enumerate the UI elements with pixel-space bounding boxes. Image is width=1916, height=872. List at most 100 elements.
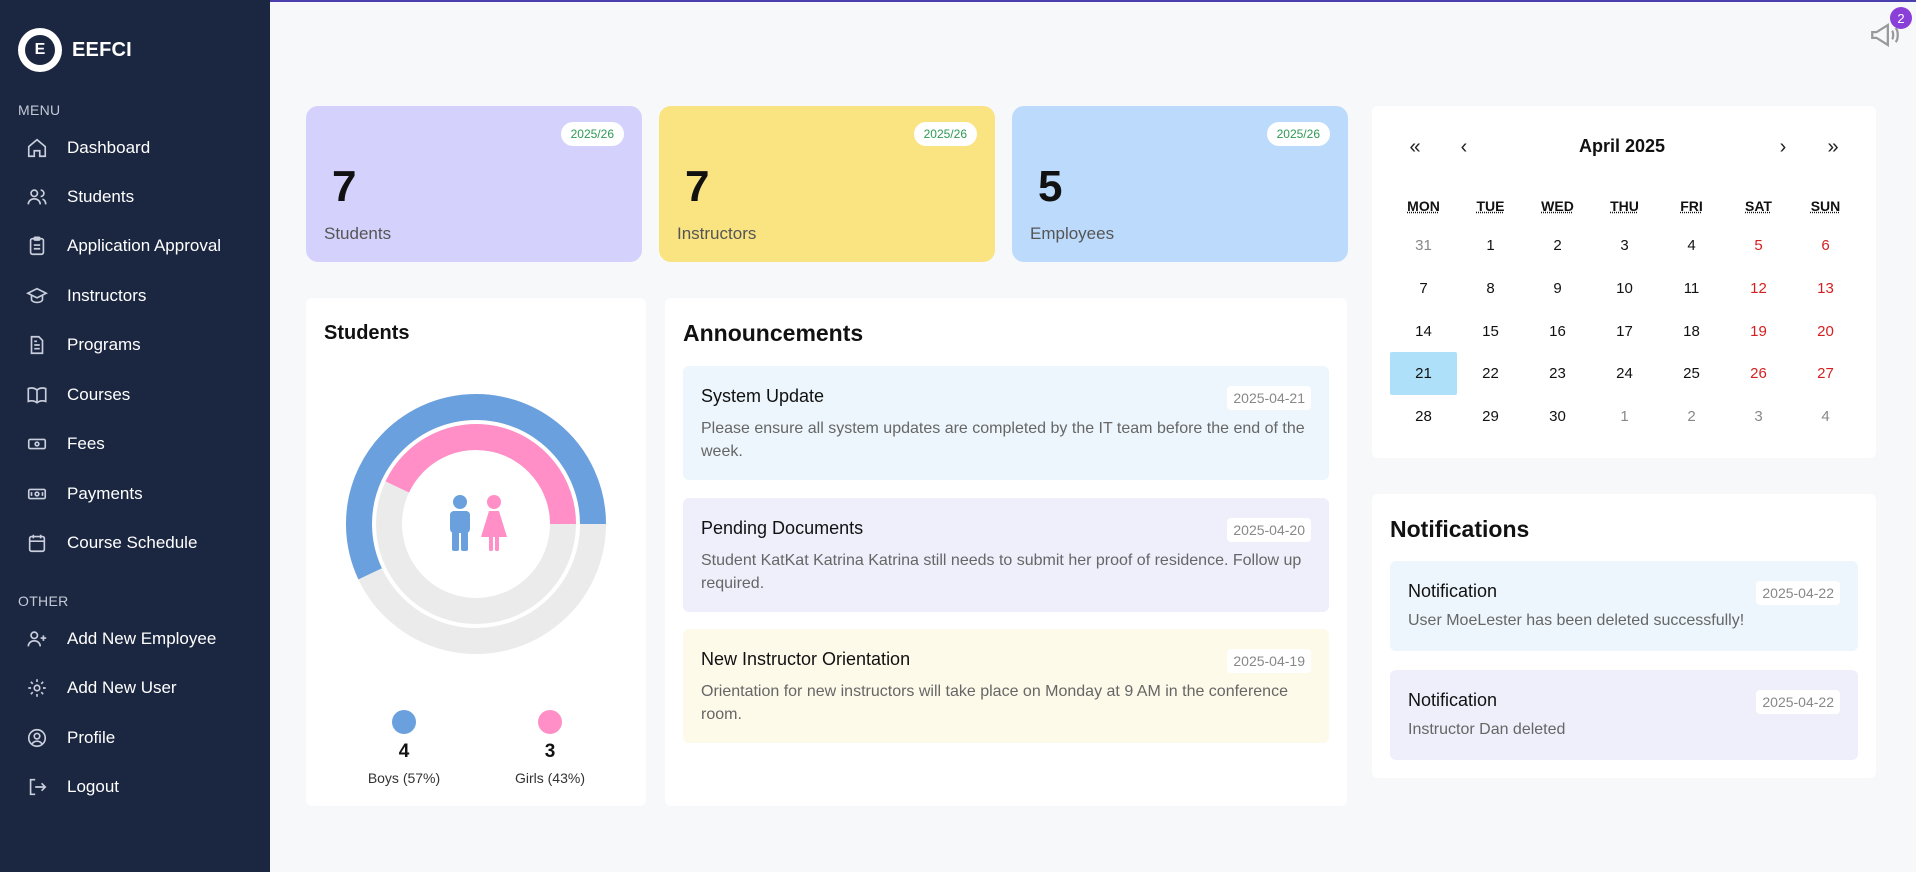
next-month-button[interactable]: › — [1768, 136, 1798, 159]
sidebar-item-students[interactable]: Students — [0, 175, 270, 219]
sidebar-item-label: Profile — [67, 728, 116, 747]
calendar-day[interactable]: 28 — [1390, 395, 1457, 438]
sidebar-item-fees[interactable]: Fees — [0, 422, 270, 466]
notification-card[interactable]: Notification 2025-04-22 User MoeLester h… — [1390, 561, 1858, 651]
stat-card-students[interactable]: 2025/26 7 Students — [306, 106, 642, 262]
sidebar-item-course-schedule[interactable]: Course Schedule — [0, 521, 270, 565]
calendar-day[interactable]: 1 — [1457, 224, 1524, 267]
announcement-title: Pending Documents — [701, 518, 864, 538]
calendar-day[interactable]: 31 — [1390, 224, 1457, 267]
weekday-header: TUE — [1476, 198, 1505, 214]
calendar-day[interactable]: 4 — [1792, 395, 1859, 438]
calendar-day[interactable]: 26 — [1725, 352, 1792, 395]
top-accent-line — [0, 0, 1916, 2]
announcement-card[interactable]: Pending Documents 2025-04-20 Student Kat… — [683, 498, 1329, 612]
calendar-day[interactable]: 7 — [1390, 267, 1457, 310]
calendar-day[interactable]: 2 — [1524, 224, 1591, 267]
sidebar-item-label: Dashboard — [67, 138, 151, 157]
girl-figure-icon — [481, 495, 507, 551]
notification-body: User MoeLester has been deleted successf… — [1408, 612, 1745, 629]
sidebar-item-label: Application Approval — [67, 236, 222, 255]
weekday-header: FRI — [1680, 198, 1703, 214]
sidebar-item-programs[interactable]: Programs — [0, 323, 270, 367]
calendar-day[interactable]: 30 — [1524, 395, 1591, 438]
boys-count: 4 — [398, 741, 410, 762]
calendar-day[interactable]: 19 — [1725, 310, 1792, 353]
notification-card[interactable]: Notification 2025-04-22 Instructor Dan d… — [1390, 670, 1858, 760]
sidebar-item-courses[interactable]: Courses — [0, 373, 270, 417]
notification-date: 2025-04-22 — [1756, 690, 1840, 714]
calendar-day[interactable]: 15 — [1457, 310, 1524, 353]
clipboard-icon — [29, 236, 45, 256]
home-icon — [27, 138, 47, 158]
calendar-day[interactable]: 25 — [1658, 352, 1725, 395]
sidebar-item-label: Instructors — [67, 286, 147, 305]
calendar-day[interactable]: 8 — [1457, 267, 1524, 310]
other-section-label: OTHER — [18, 593, 69, 609]
sidebar-item-logout[interactable]: Logout — [0, 765, 270, 809]
girls-count: 3 — [544, 741, 556, 762]
stat-card-instructors[interactable]: 2025/26 7 Instructors — [659, 106, 995, 262]
sidebar-item-label: Courses — [67, 385, 131, 404]
calendar-day[interactable]: 22 — [1457, 352, 1524, 395]
sidebar-item-dashboard[interactable]: Dashboard — [0, 126, 270, 170]
announcement-date: 2025-04-19 — [1227, 649, 1311, 673]
sidebar-item-payments[interactable]: Payments — [0, 472, 270, 516]
calendar-day[interactable]: 2 — [1658, 395, 1725, 438]
weekday-header: WED — [1541, 198, 1574, 214]
calendar-day[interactable]: 3 — [1591, 224, 1658, 267]
weekday-header: THU — [1610, 198, 1639, 214]
calendar-day[interactable]: 16 — [1524, 310, 1591, 353]
sidebar-item-label: Payments — [67, 484, 143, 503]
calendar-day[interactable]: 18 — [1658, 310, 1725, 353]
announcement-title: New Instructor Orientation — [701, 649, 911, 669]
notifications-title: Notifications — [1390, 516, 1530, 542]
sidebar: E EEFCI MENU Dashboard Students Applicat… — [0, 0, 270, 872]
calendar-day[interactable]: 10 — [1591, 267, 1658, 310]
sidebar-item-instructors[interactable]: Instructors — [0, 274, 270, 318]
notification-date: 2025-04-22 — [1756, 581, 1840, 605]
calendar-day[interactable]: 6 — [1792, 224, 1859, 267]
girls-label: Girls (43%) — [514, 770, 585, 786]
sidebar-item-application-approval[interactable]: Application Approval — [0, 224, 270, 268]
sidebar-item-label: Add New User — [67, 678, 177, 697]
announcement-date: 2025-04-20 — [1227, 518, 1311, 542]
sidebar-item-label: Add New Employee — [67, 629, 217, 648]
calendar-day[interactable]: 11 — [1658, 267, 1725, 310]
calendar-day[interactable]: 12 — [1725, 267, 1792, 310]
next-year-button[interactable]: » — [1818, 136, 1848, 159]
announcement-card[interactable]: System Update 2025-04-21 Please ensure a… — [683, 366, 1329, 480]
user-circle-icon — [27, 728, 47, 748]
stat-value: 5 — [1038, 162, 1063, 211]
sidebar-item-profile[interactable]: Profile — [0, 716, 270, 760]
term-pill: 2025/26 — [560, 122, 624, 146]
logout-icon — [29, 778, 47, 796]
calendar-day[interactable]: 17 — [1591, 310, 1658, 353]
calendar-icon — [28, 534, 46, 553]
announcement-card[interactable]: New Instructor Orientation 2025-04-19 Or… — [683, 629, 1329, 743]
calendar-day[interactable]: 3 — [1725, 395, 1792, 438]
announcement-body: Orientation for new instructors will tak… — [701, 683, 1288, 723]
calendar-day[interactable]: 21 — [1390, 352, 1457, 395]
term-pill: 2025/26 — [1266, 122, 1330, 146]
calendar-day[interactable]: 23 — [1524, 352, 1591, 395]
students-panel-title: Students — [324, 322, 410, 344]
sidebar-item-add-new-user[interactable]: Add New User — [0, 666, 270, 710]
sidebar-item-add-new-employee[interactable]: Add New Employee — [0, 617, 270, 661]
boys-label: Boys (57%) — [367, 770, 441, 786]
gear-icon — [28, 679, 46, 697]
brand[interactable]: E EEFCI — [18, 28, 132, 72]
calendar-day[interactable]: 24 — [1591, 352, 1658, 395]
calendar-day[interactable]: 27 — [1792, 352, 1859, 395]
calendar-day[interactable]: 29 — [1457, 395, 1524, 438]
calendar-day[interactable]: 4 — [1658, 224, 1725, 267]
calendar-day[interactable]: 20 — [1792, 310, 1859, 353]
sidebar-item-label: Course Schedule — [67, 533, 198, 552]
calendar-day[interactable]: 1 — [1591, 395, 1658, 438]
calendar-day[interactable]: 9 — [1524, 267, 1591, 310]
stat-card-employees[interactable]: 2025/26 5 Employees — [1012, 106, 1348, 262]
calendar-day[interactable]: 13 — [1792, 267, 1859, 310]
calendar-day[interactable]: 5 — [1725, 224, 1792, 267]
calendar-day[interactable]: 14 — [1390, 310, 1457, 353]
sidebar-item-label: Logout — [67, 777, 119, 796]
